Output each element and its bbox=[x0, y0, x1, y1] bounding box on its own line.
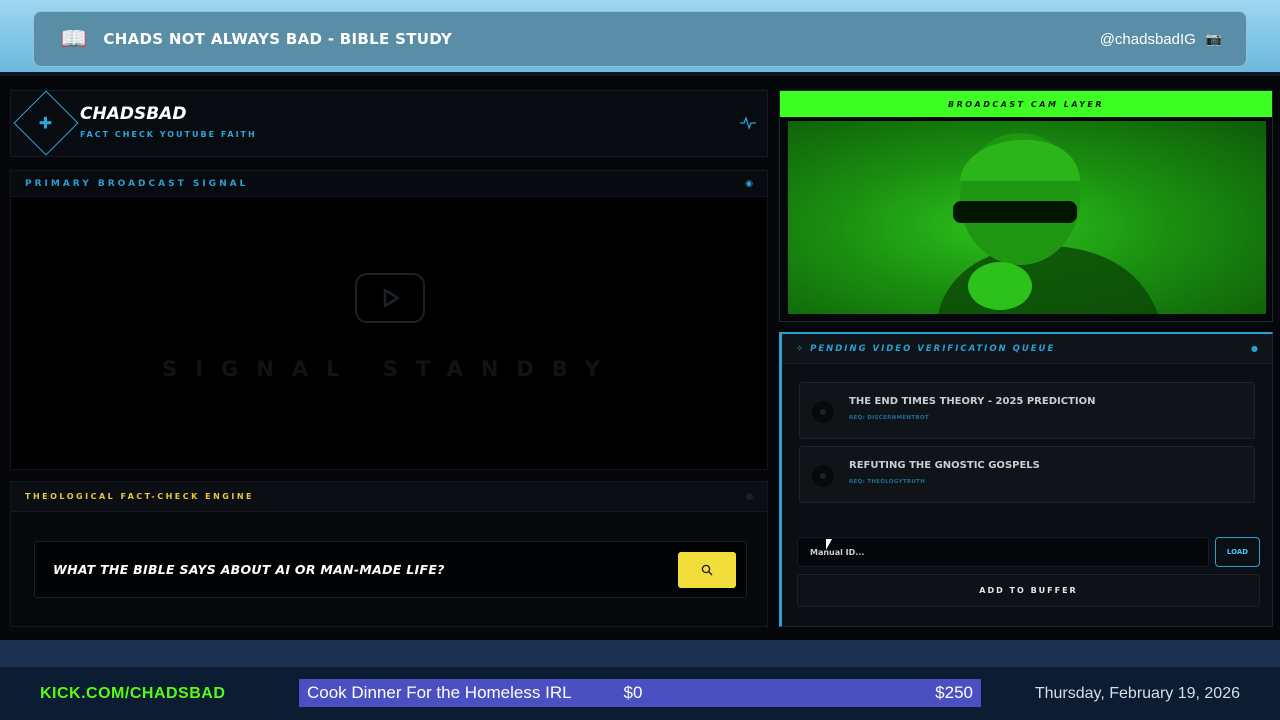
book-icon: 📖 bbox=[60, 26, 88, 52]
queue-item[interactable]: REFUTING THE GNOSTIC GOSPELS REQ: THEOLO… bbox=[799, 446, 1255, 503]
query-text: WHAT THE BIBLE SAYS ABOUT AI OR MAN-MADE… bbox=[53, 562, 445, 577]
diamond-plus-icon: ✚ bbox=[13, 90, 79, 156]
pulse-icon bbox=[740, 116, 756, 130]
record-icon bbox=[812, 401, 834, 423]
footer-strip bbox=[0, 640, 1280, 667]
record-icon bbox=[812, 465, 834, 487]
goal-current-amount: $0 bbox=[623, 683, 643, 702]
play-icon[interactable] bbox=[355, 273, 425, 323]
cam-panel: BROADCAST CAM LAYER bbox=[779, 90, 1273, 322]
collapse-icon[interactable]: ● bbox=[1251, 344, 1258, 353]
cam-label: BROADCAST CAM LAYER bbox=[947, 99, 1105, 109]
queue-item-title: THE END TIMES THEORY - 2025 PREDICTION bbox=[849, 396, 1096, 407]
brand-name: CHADSBAD bbox=[80, 104, 187, 124]
search-button[interactable] bbox=[678, 551, 736, 588]
broadcast-header: PRIMARY BROADCAST SIGNAL ◉ bbox=[11, 171, 767, 197]
queue-item-requester: REQ: DISCERNMENTBOT bbox=[849, 415, 929, 421]
brand-subtitle: FACT CHECK YOUTUBE FAITH bbox=[80, 130, 257, 139]
queue-panel: ✧ PENDING VIDEO VERIFICATION QUEUE ● THE… bbox=[779, 332, 1273, 627]
goal-title: Cook Dinner For the Homeless IRL bbox=[307, 683, 572, 702]
factcheck-header: THEOLOGICAL FACT-CHECK ENGINE bbox=[11, 482, 767, 512]
factcheck-label: THEOLOGICAL FACT-CHECK ENGINE bbox=[25, 492, 254, 501]
status-dot-icon bbox=[746, 493, 753, 500]
webcam-figure bbox=[938, 133, 1158, 314]
queue-item-title: REFUTING THE GNOSTIC GOSPELS bbox=[849, 460, 1040, 471]
mouse-cursor-icon bbox=[826, 539, 832, 550]
broadcast-panel: PRIMARY BROADCAST SIGNAL ◉ SIGNAL STANDB… bbox=[10, 170, 768, 470]
eye-icon[interactable]: ◉ bbox=[745, 179, 753, 189]
queue-item[interactable]: THE END TIMES THEORY - 2025 PREDICTION R… bbox=[799, 382, 1255, 439]
camera-icon: 📷 bbox=[1205, 31, 1222, 46]
add-to-buffer-button[interactable]: ADD TO BUFFER bbox=[797, 574, 1260, 607]
factcheck-panel: THEOLOGICAL FACT-CHECK ENGINE WHAT THE B… bbox=[10, 481, 768, 627]
donation-goal-bar: Cook Dinner For the Homeless IRL $0 $250 bbox=[299, 679, 981, 707]
queue-label-text: PENDING VIDEO VERIFICATION QUEUE bbox=[810, 343, 1056, 354]
webcam-feed bbox=[788, 121, 1266, 314]
goal-target-amount: $250 bbox=[935, 683, 973, 702]
footer-date: Thursday, February 19, 2026 bbox=[1034, 685, 1240, 702]
social-handle: @chadsbadIG 📷 bbox=[1100, 31, 1222, 48]
query-box[interactable]: WHAT THE BIBLE SAYS ABOUT AI OR MAN-MADE… bbox=[34, 541, 747, 598]
stream-title: CHADS NOT ALWAYS BAD - BIBLE STUDY bbox=[103, 30, 453, 48]
manual-id-input[interactable] bbox=[797, 537, 1209, 567]
title-bar: 📖 CHADS NOT ALWAYS BAD - BIBLE STUDY @ch… bbox=[33, 11, 1247, 67]
cam-header: BROADCAST CAM LAYER bbox=[780, 91, 1272, 117]
standby-text: SIGNAL STANDBY bbox=[162, 357, 618, 381]
queue-header[interactable]: ✧ PENDING VIDEO VERIFICATION QUEUE ● bbox=[782, 334, 1272, 364]
broadcast-label: PRIMARY BROADCAST SIGNAL bbox=[25, 178, 249, 189]
queue-label: ✧ PENDING VIDEO VERIFICATION QUEUE bbox=[796, 343, 1056, 354]
kick-channel-link[interactable]: KICK.COM/CHADSBAD bbox=[40, 685, 225, 703]
queue-item-requester: REQ: THEOLOGYTRUTH bbox=[849, 479, 926, 485]
handle-text: @chadsbadIG bbox=[1099, 30, 1196, 48]
load-button[interactable]: LOAD bbox=[1215, 537, 1260, 567]
search-icon bbox=[701, 564, 713, 575]
